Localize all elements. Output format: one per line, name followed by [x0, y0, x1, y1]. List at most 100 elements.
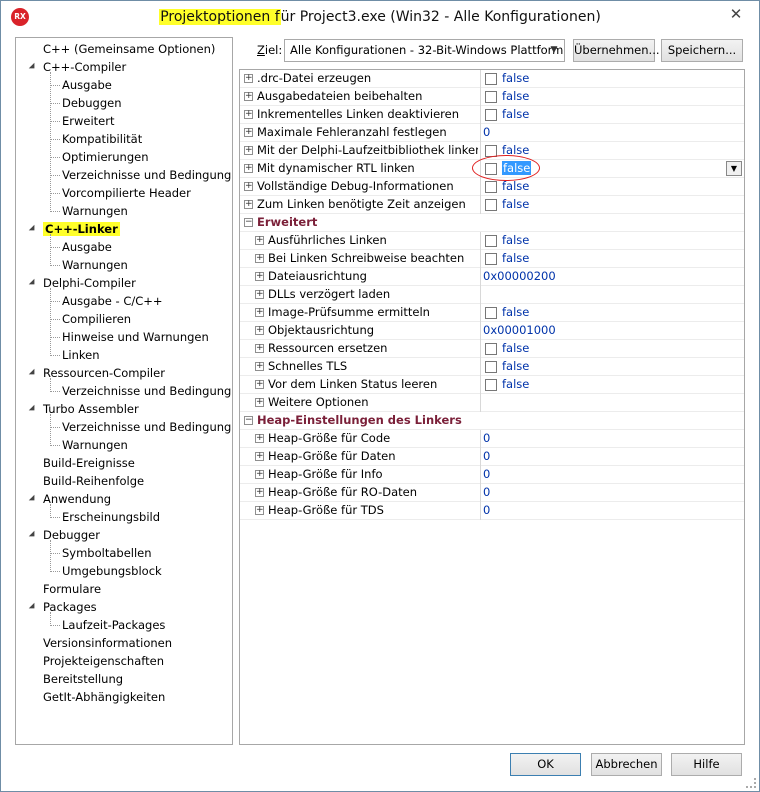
category-row[interactable]: − Heap-Einstellungen des Linkers [240, 412, 744, 430]
property-row[interactable]: + Vollständige Debug-Informationen false [240, 178, 744, 196]
tree-item[interactable]: Build-Ereignisse [43, 454, 135, 472]
expand-plus-icon[interactable]: + [244, 164, 253, 173]
target-select[interactable]: Alle Konfigurationen - 32-Bit-Windows Pl… [284, 39, 565, 62]
tree-item[interactable]: Kompatibilität [62, 130, 142, 148]
save-button[interactable]: Speichern... [661, 39, 743, 62]
tree-item[interactable]: Delphi-Compiler [28, 274, 136, 292]
tree-item[interactable]: Versionsinformationen [43, 634, 172, 652]
tree-item[interactable]: Warnungen [62, 202, 128, 220]
tree-item[interactable]: Erweitert [62, 112, 115, 130]
tree-item[interactable]: Turbo Assembler [28, 400, 139, 418]
expand-plus-icon[interactable]: + [244, 74, 253, 83]
property-row[interactable]: + Zum Linken benötigte Zeit anzeigen false [240, 196, 744, 214]
property-checkbox[interactable] [485, 307, 497, 319]
tree-item[interactable]: Warnungen [62, 256, 128, 274]
property-value[interactable]: false [502, 304, 529, 321]
property-row[interactable]: + Ausführliches Linken false [240, 232, 744, 250]
category-row[interactable]: − Erweitert [240, 214, 744, 232]
tree-item[interactable]: Ressourcen-Compiler [28, 364, 165, 382]
tree-expand-arrow-icon[interactable] [28, 530, 38, 540]
property-value[interactable]: 0 [483, 124, 490, 141]
property-checkbox[interactable] [485, 361, 497, 373]
property-checkbox[interactable] [485, 235, 497, 247]
tree-item[interactable]: Ausgabe [62, 76, 112, 94]
expand-plus-icon[interactable]: + [255, 470, 264, 479]
tree-item[interactable]: Debugger [28, 526, 100, 544]
property-row[interactable]: + Dateiausrichtung 0x00000200 [240, 268, 744, 286]
expand-plus-icon[interactable]: + [255, 326, 264, 335]
property-value[interactable]: false [502, 358, 529, 375]
expand-plus-icon[interactable]: + [255, 380, 264, 389]
dropdown-arrow-icon[interactable]: ▼ [726, 161, 742, 176]
expand-plus-icon[interactable]: + [255, 434, 264, 443]
property-row[interactable]: + Heap-Größe für Info 0 [240, 466, 744, 484]
property-checkbox[interactable] [485, 109, 497, 121]
property-value[interactable]: 0x00001000 [483, 322, 556, 339]
property-checkbox[interactable] [485, 253, 497, 265]
tree-expand-arrow-icon[interactable] [28, 494, 38, 504]
property-row[interactable]: + Objektausrichtung 0x00001000 [240, 322, 744, 340]
tree-item[interactable]: Debuggen [62, 94, 121, 112]
property-row[interactable]: + Heap-Größe für TDS 0 [240, 502, 744, 520]
tree-item[interactable]: Packages [28, 598, 97, 616]
expand-plus-icon[interactable]: + [255, 506, 264, 515]
property-checkbox[interactable] [485, 343, 497, 355]
expand-plus-icon[interactable]: + [255, 344, 264, 353]
property-checkbox[interactable] [485, 379, 497, 391]
property-value[interactable]: 0 [483, 502, 490, 519]
property-row[interactable]: + Mit dynamischer RTL linken false ▼ [240, 155, 744, 181]
property-value[interactable]: 0 [483, 484, 490, 501]
tree-expand-arrow-icon[interactable] [28, 62, 38, 72]
expand-plus-icon[interactable]: + [244, 92, 253, 101]
tree-item[interactable]: C++-Compiler [28, 58, 126, 76]
expand-plus-icon[interactable]: + [244, 182, 253, 191]
tree-item[interactable]: Umgebungsblock [62, 562, 162, 580]
property-value[interactable]: false [502, 232, 529, 249]
tree-item[interactable]: Compilieren [62, 310, 131, 328]
expand-plus-icon[interactable]: + [255, 452, 264, 461]
property-row[interactable]: + Schnelles TLS false [240, 358, 744, 376]
property-checkbox[interactable] [485, 181, 497, 193]
property-value[interactable]: false [502, 106, 529, 123]
expand-plus-icon[interactable]: + [255, 308, 264, 317]
property-row[interactable]: + Ausgabedateien beibehalten false [240, 88, 744, 106]
tree-item[interactable]: Ausgabe - C/C++ [62, 292, 163, 310]
property-value[interactable]: false [502, 178, 529, 195]
expand-plus-icon[interactable]: + [255, 488, 264, 497]
tree-item[interactable]: Linken [62, 346, 100, 364]
property-row[interactable]: + Heap-Größe für Daten 0 [240, 448, 744, 466]
tree-expand-arrow-icon[interactable] [28, 224, 38, 234]
tree-item[interactable]: Vorcompilierte Header [62, 184, 191, 202]
property-row[interactable]: + Vor dem Linken Status leeren false [240, 376, 744, 394]
expand-plus-icon[interactable]: + [244, 128, 253, 137]
chevron-down-icon[interactable]: ▼ [544, 40, 564, 61]
tree-item[interactable]: Erscheinungsbild [62, 508, 160, 526]
options-tree[interactable]: C++ (Gemeinsame Optionen) C++-Compiler Aus… [15, 37, 233, 745]
property-value[interactable]: 0 [483, 466, 490, 483]
property-row[interactable]: + Image-Prüfsumme ermitteln false [240, 304, 744, 322]
tree-item[interactable]: Hinweise und Warnungen [62, 328, 209, 346]
apply-button[interactable]: Übernehmen... [573, 39, 660, 62]
tree-item[interactable]: C++ (Gemeinsame Optionen) [43, 40, 215, 58]
property-grid[interactable]: + .drc-Datei erzeugen false + Ausgabedateien… [239, 69, 745, 745]
property-row[interactable]: + Bei Linken Schreibweise beachten false [240, 250, 744, 268]
close-icon[interactable]: ✕ [721, 3, 751, 25]
property-value[interactable]: false [502, 196, 529, 213]
tree-item[interactable]: Projekteigenschaften [43, 652, 164, 670]
collapse-icon[interactable]: − [244, 218, 253, 227]
expand-plus-icon[interactable]: + [255, 362, 264, 371]
expand-plus-icon[interactable]: + [244, 200, 253, 209]
property-row[interactable]: + Heap-Größe für Code 0 [240, 430, 744, 448]
tree-item[interactable]: Verzeichnisse und Bedingunge [62, 166, 232, 184]
tree-item[interactable]: Bereitstellung [43, 670, 123, 688]
tree-item[interactable]: Laufzeit-Packages [62, 616, 165, 634]
property-value[interactable]: false [502, 250, 529, 267]
tree-expand-arrow-icon[interactable] [28, 602, 38, 612]
property-value[interactable]: 0 [483, 430, 490, 447]
tree-item[interactable]: Warnungen [62, 436, 128, 454]
resize-grip-icon[interactable] [746, 778, 756, 788]
tree-item[interactable]: Symboltabellen [62, 544, 152, 562]
property-row[interactable]: + Ressourcen ersetzen false [240, 340, 744, 358]
tree-item[interactable]: GetIt-Abhängigkeiten [43, 688, 165, 706]
property-value[interactable]: false [502, 376, 529, 393]
